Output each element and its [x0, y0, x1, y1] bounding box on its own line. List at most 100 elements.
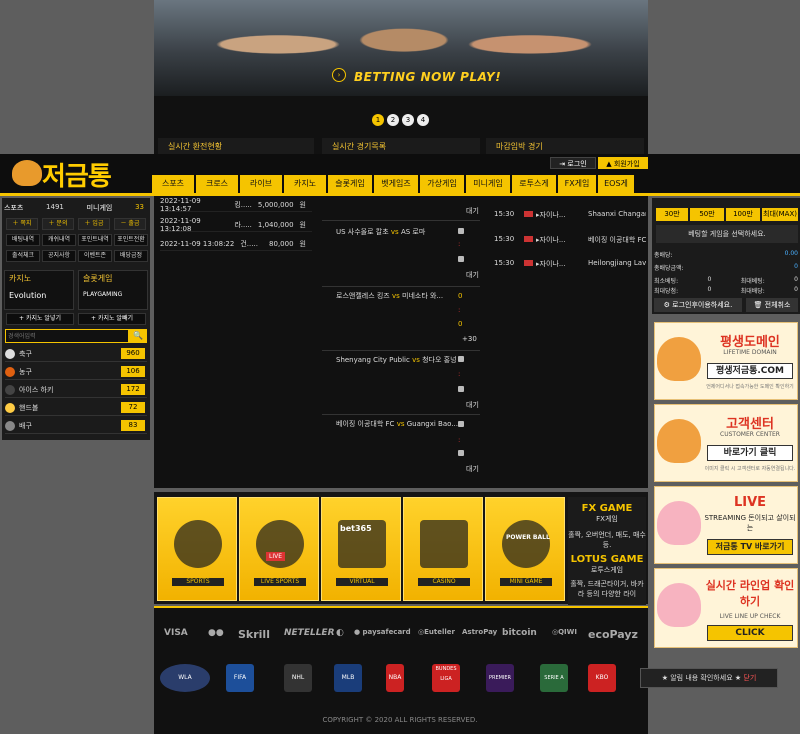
inquiry-button[interactable]: ＋ 문의 [42, 218, 74, 230]
popup-close-button[interactable]: 닫기 [743, 674, 756, 682]
sport-item-basketball[interactable]: 농구 106 [5, 364, 147, 380]
withdraw-button[interactable]: － 출금 [114, 218, 146, 230]
casino-banner[interactable]: 카지노 Evolution [4, 270, 74, 310]
odds-value[interactable]: 0 [458, 320, 462, 328]
ad-subtitle: STREAMING 돈이되고 살이되는 [704, 514, 796, 532]
nav-slot[interactable]: 슬롯게임 [328, 175, 372, 193]
sport-item-hockey[interactable]: 아이스 하키 172 [5, 382, 147, 398]
match-row[interactable]: Shenyang City Public vs 청다오 홍넝 [336, 355, 478, 365]
team-home[interactable]: ▸자이나... [536, 210, 582, 220]
menu-bet-history[interactable]: 배팅내역 [6, 234, 40, 246]
ad-live-streaming[interactable]: LIVE STREAMING 돈이되고 살이되는 저금통 TV 바로가기 [654, 486, 798, 564]
site-logo[interactable]: 저금통 [12, 156, 142, 192]
search-icon[interactable]: 🔍 [129, 329, 147, 343]
lock-icon [458, 256, 464, 262]
match-row[interactable]: 로스앤젤레스 킹즈 vs 미네소타 와... [336, 291, 478, 301]
match-row[interactable]: US 사수올로 칼초 vs AS 로마 [336, 227, 478, 237]
nav-sports[interactable]: 스포츠 [152, 175, 194, 193]
sport-item-handball[interactable]: 핸드볼 72 [5, 400, 147, 416]
ad-customer-center[interactable]: 고객센터 CUSTOMER CENTER 바로가기 클릭 이미지 클릭 시 고객… [654, 404, 798, 482]
banner-pager: 1 2 3 4 [372, 114, 429, 126]
row-divider [322, 286, 480, 287]
premier-league-logo: PREMIER [486, 664, 514, 692]
mastercard-logo: ●● [208, 628, 224, 638]
menu-notice[interactable]: 공지사항 [42, 250, 76, 262]
amount-500k-button[interactable]: 50만 [690, 208, 724, 221]
sport-name: 배구 [19, 421, 32, 430]
menu-cash-history[interactable]: 캐쉬내역 [42, 234, 76, 246]
casino-deposit-button[interactable]: + 카지노 알넣기 [6, 313, 74, 325]
sport-item-volleyball[interactable]: 배구 83 [5, 418, 147, 434]
handball-icon [5, 402, 15, 413]
fx-title: FX GAME [581, 503, 633, 514]
login-button[interactable]: ⇥ 로그인 [550, 157, 596, 169]
nav-lotus[interactable]: 로투스게임 [512, 175, 556, 206]
pager-dot[interactable]: 2 [387, 114, 399, 126]
play-icon[interactable]: › [332, 68, 346, 82]
login-required-button[interactable]: ⚙ 로그인후이용하세요. [654, 298, 742, 312]
slot-banner[interactable]: 슬롯게임 PLAYGAMING [78, 270, 148, 310]
nav-eos[interactable]: EOS게임 [598, 175, 634, 206]
team-away[interactable]: Shaanxi Changan Al [588, 210, 646, 218]
team-away[interactable]: Heilongjiang Lava S [588, 259, 646, 267]
nav-live[interactable]: 라이브 [240, 175, 282, 193]
pager-dot[interactable]: 1 [372, 114, 384, 126]
odds-sep: : [458, 306, 461, 314]
sport-item-soccer[interactable]: 축구 960 [5, 346, 147, 362]
more-odds[interactable]: +30 [462, 335, 477, 343]
menu-point-convert[interactable]: 포인트전환 [114, 234, 148, 246]
nav-casino[interactable]: 카지노 [284, 175, 326, 193]
nav-fx[interactable]: FX게임 [558, 175, 596, 193]
menu-event[interactable]: 이벤트존 [78, 250, 112, 262]
search-input[interactable] [5, 329, 129, 343]
join-button[interactable]: ▲ 회원가입 [598, 157, 648, 169]
ad-lineup-check[interactable]: 실시간 라인업 확인하기 LIVE LINE UP CHECK CLICK [654, 568, 798, 648]
deposit-button[interactable]: ＋ 입금 [78, 218, 110, 230]
pager-dot[interactable]: 4 [417, 114, 429, 126]
ad-title: 고객센터 [726, 417, 774, 432]
logo-text: 저금통 [42, 162, 112, 192]
notice-popup[interactable]: ★ 알림 내용 확인하세요 ★ 닫기 [640, 668, 778, 688]
sport-name: 농구 [19, 367, 32, 376]
odds-sep: : [458, 240, 461, 248]
clear-all-button[interactable]: 🗑 전체취소 [746, 298, 798, 312]
mlb-logo: MLB [334, 664, 362, 692]
fx-lotus-info[interactable]: FX GAME FX게임 홀짝, 오버언더, 매도, 매수등. LOTUS GA… [568, 497, 646, 605]
visa-logo: VISA [164, 628, 188, 638]
card-mini-game[interactable]: POWER BALL MINI GAME [485, 497, 565, 601]
message-button[interactable]: ＋ 쪽지 [6, 218, 38, 230]
card-live-sports[interactable]: LIVE LIVE SPORTS [239, 497, 319, 601]
nav-betgames[interactable]: 벳게임즈 [374, 175, 418, 193]
menu-attendance[interactable]: 출석체크 [6, 250, 40, 262]
card-casino[interactable]: CASINO [403, 497, 483, 601]
neteller-logo: NETELLER [284, 628, 335, 638]
nav-mini[interactable]: 미니게임 [466, 175, 510, 193]
ad-note: 언제어디서나 접속가능한 도메인 확인하기 [706, 384, 794, 390]
closing-time: 15:30 [494, 210, 515, 218]
pager-dot[interactable]: 3 [402, 114, 414, 126]
soccer-icon [5, 348, 15, 359]
amount-max-button[interactable]: 최대(MAX) [762, 208, 798, 221]
bet-slip-message: 베팅할 게임을 선택하세요. [656, 225, 798, 243]
payment-logo: ◐ [336, 628, 344, 638]
menu-odds[interactable]: 배당금정 [114, 250, 148, 262]
casino-withdraw-button[interactable]: + 카지노 알빼기 [78, 313, 146, 325]
nav-virtual[interactable]: 가상게임 [420, 175, 464, 193]
kbo-logo: KBO [588, 664, 616, 692]
ad-lifetime-domain[interactable]: 평생도메인 LIFETIME DOMAIN 평생저금통.COM 언제어디서나 접… [654, 322, 798, 400]
amount-300k-button[interactable]: 30만 [656, 208, 688, 221]
hero-banner[interactable]: › BETTING NOW PLAY! [154, 0, 648, 96]
flag-icon [524, 260, 533, 266]
casino-brand: Evolution [9, 291, 47, 300]
match-row[interactable]: 베이징 이공대학 FC vs Guangxi Bao... [336, 419, 478, 429]
card-sports[interactable]: SPORTS [157, 497, 237, 601]
team-home[interactable]: ▸자이나... [536, 259, 582, 269]
team-away[interactable]: 베이징 이공대학 FC [588, 235, 646, 245]
team-home[interactable]: ▸자이나... [536, 235, 582, 245]
nav-cross[interactable]: 크로스 [196, 175, 238, 193]
amount-1m-button[interactable]: 100만 [726, 208, 760, 221]
odds-value[interactable]: 0 [458, 292, 462, 300]
card-virtual[interactable]: bet365 VIRTUAL [321, 497, 401, 601]
total-odds-row: 총배당: 0.00 [654, 250, 798, 259]
menu-point-history[interactable]: 포인트내역 [78, 234, 112, 246]
